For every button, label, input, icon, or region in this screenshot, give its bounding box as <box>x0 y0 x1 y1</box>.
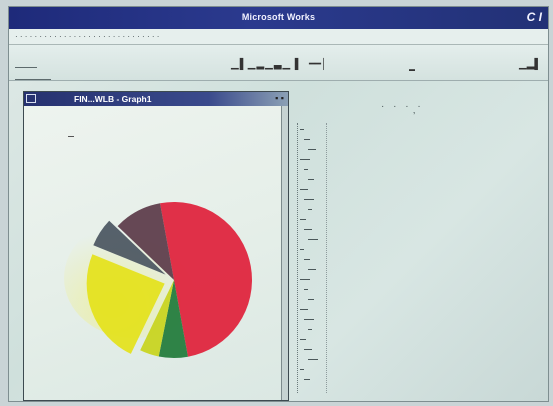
graph-window-title-bar[interactable]: FIN...WLB - Graph1 ▪ ▪ <box>24 92 288 106</box>
toolbar: ▁▌▁▂▁▃▁▐ ━━│ ▬ ▁▂▌ <box>9 45 548 81</box>
row-tick <box>308 209 312 210</box>
row-tick <box>308 149 316 150</box>
desktop-screen: Microsoft Works C I · · · · · · · · · · … <box>8 6 549 402</box>
row-tick <box>304 259 310 260</box>
size-selector[interactable] <box>15 67 51 80</box>
row-tick <box>308 239 318 240</box>
row-tick <box>300 339 306 340</box>
row-tick <box>304 199 314 200</box>
row-tick <box>304 139 310 140</box>
row-tick <box>304 349 312 350</box>
row-tick <box>300 369 304 370</box>
row-tick <box>304 319 314 320</box>
menu-dots: · · · · · · · · · · · · · · · · · · · · … <box>15 32 160 41</box>
row-tick <box>300 279 310 280</box>
menu-bar[interactable]: · · · · · · · · · · · · · · · · · · · · … <box>9 29 548 45</box>
row-tick <box>308 329 312 330</box>
row-tick <box>300 219 306 220</box>
row-tick <box>304 169 308 170</box>
window-controls[interactable]: C I <box>527 10 542 24</box>
row-tick <box>308 299 314 300</box>
window-menu-icon[interactable] <box>26 94 36 103</box>
graph-window-controls[interactable]: ▪ ▪ <box>275 93 284 103</box>
row-tick <box>304 379 310 380</box>
line-tool-icon[interactable]: ━━│ <box>309 59 327 70</box>
row-tick <box>304 229 312 230</box>
spreadsheet-area[interactable]: · · · · ’ <box>291 91 550 401</box>
row-tick <box>300 159 310 160</box>
row-tick <box>300 249 304 250</box>
graph-window-right-border <box>281 106 288 400</box>
pie-chart <box>64 202 252 358</box>
graph-window-title: FIN...WLB - Graph1 <box>74 94 152 104</box>
chart-type-icons[interactable]: ▁▌▁▂▁▃▁▐ <box>231 59 299 70</box>
row-header-column <box>297 123 327 393</box>
help-tool-icon[interactable]: ▁▂▌ <box>519 59 541 70</box>
row-tick <box>308 359 318 360</box>
row-tick <box>300 309 308 310</box>
row-tick <box>304 289 308 290</box>
sheet-header-mark: ’ <box>413 111 419 122</box>
small-marker-icon: ▬ <box>409 67 415 73</box>
row-tick <box>308 179 314 180</box>
row-tick <box>300 129 304 130</box>
graph-window[interactable]: FIN...WLB - Graph1 ▪ ▪ <box>23 91 289 401</box>
row-tick <box>300 189 308 190</box>
app-title: Microsoft Works <box>241 12 316 22</box>
row-tick <box>308 269 316 270</box>
app-title-bar[interactable]: Microsoft Works C I <box>9 7 548 29</box>
